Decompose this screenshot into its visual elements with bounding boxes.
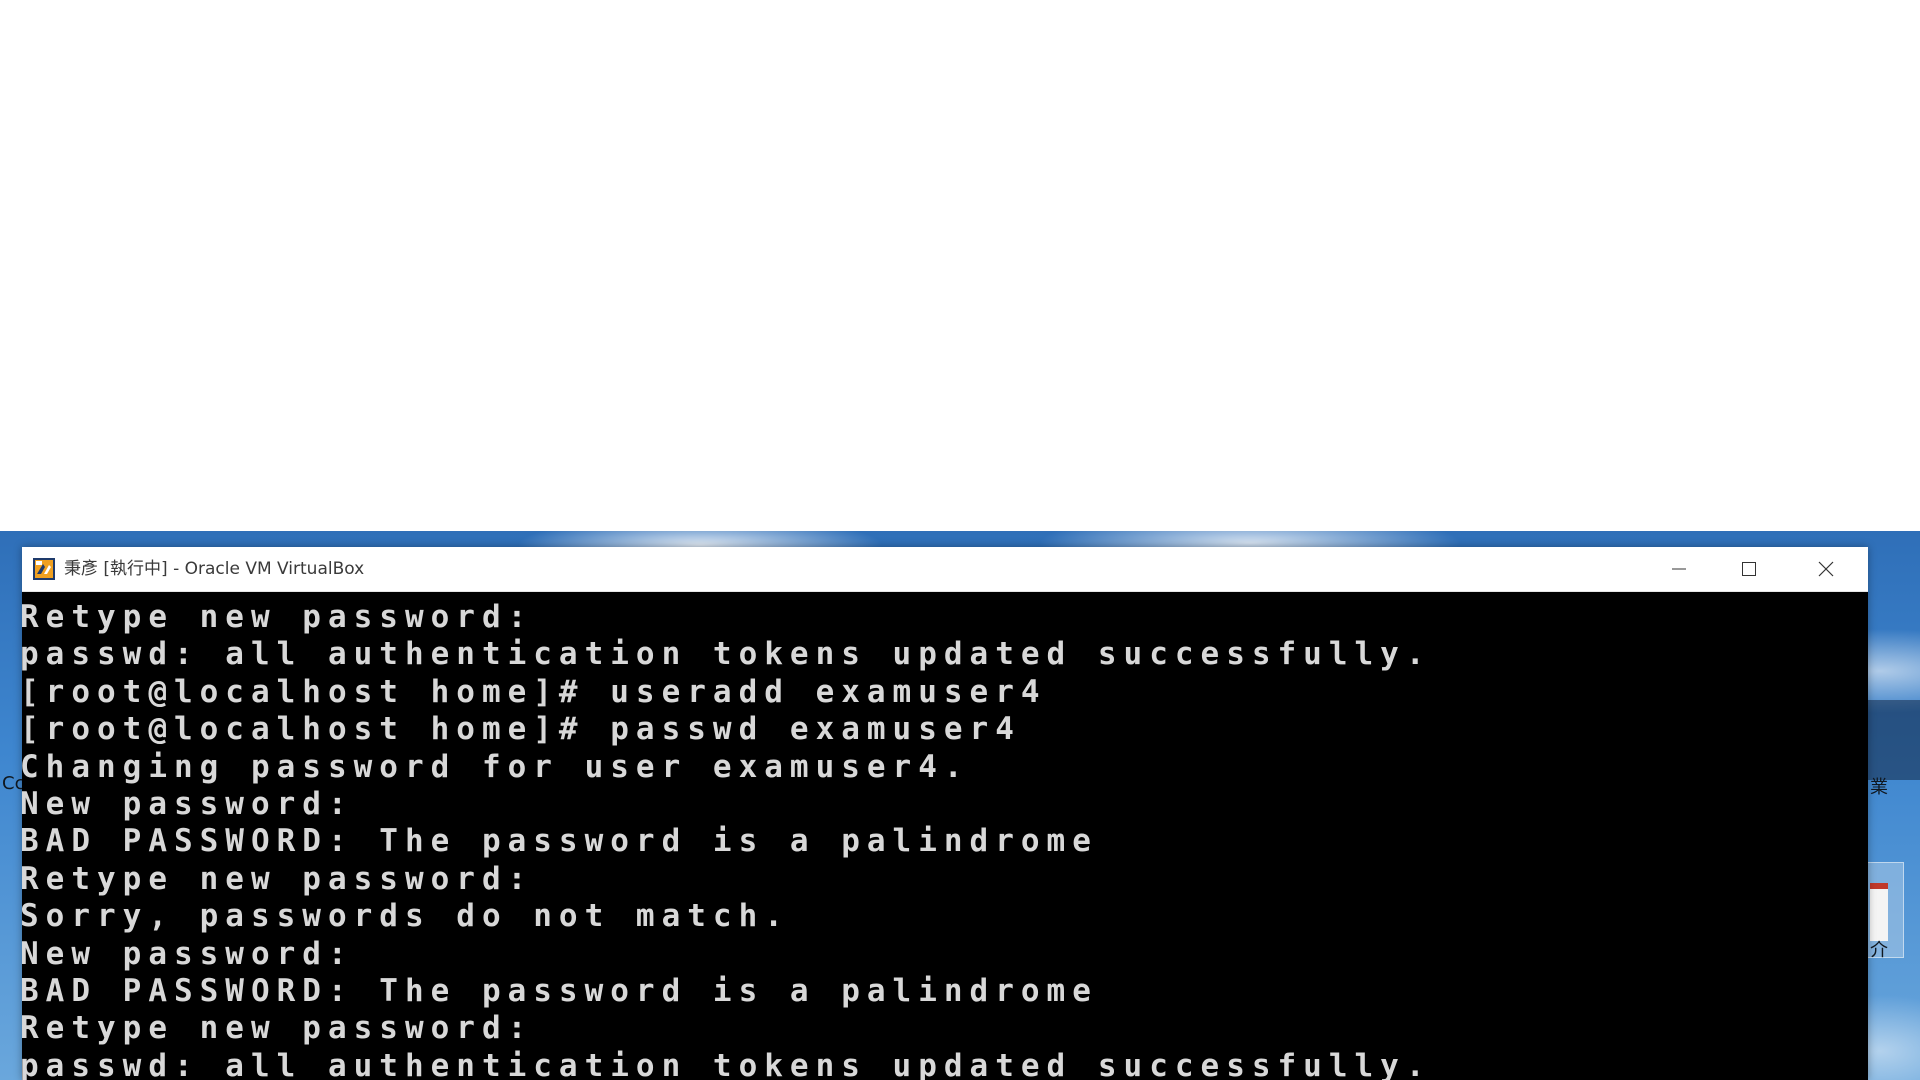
- console-line: Sorry, passwords do not match.: [22, 898, 790, 934]
- minimize-button[interactable]: [1644, 547, 1714, 591]
- desktop-partial-window: [1868, 700, 1920, 780]
- console-line: Retype new password:: [22, 1010, 534, 1046]
- console-line: passwd: all authentication tokens update…: [22, 636, 1432, 672]
- console-line: [root@localhost home]# passwd examuser4: [22, 711, 1021, 747]
- blank-area: [0, 0, 1920, 531]
- desktop-shortcut-label: 介: [1870, 940, 1888, 961]
- close-icon: [1818, 561, 1834, 577]
- console-line: [root@localhost home]# useradd examuser4: [22, 674, 1047, 710]
- console-line: Changing password for user examuser4.: [22, 749, 970, 785]
- vm-console-screen[interactable]: Retype new password: passwd: all authent…: [22, 592, 1868, 1080]
- console-line: New password:: [22, 936, 354, 972]
- maximize-button[interactable]: [1714, 547, 1784, 591]
- console-line: BAD PASSWORD: The password is a palindro…: [22, 973, 1098, 1009]
- console-line: Retype new password:: [22, 861, 534, 897]
- window-title: 秉彥 [執行中] - Oracle VM VirtualBox: [64, 559, 365, 579]
- virtualbox-icon: [33, 558, 55, 580]
- maximize-icon: [1742, 562, 1756, 576]
- desktop-edge-text: 業: [1870, 777, 1888, 798]
- document-icon: [1870, 883, 1888, 941]
- window-titlebar[interactable]: 秉彥 [執行中] - Oracle VM VirtualBox: [22, 547, 1868, 592]
- minimize-icon: [1672, 568, 1686, 570]
- console-line: BAD PASSWORD: The password is a palindro…: [22, 823, 1098, 859]
- console-line: passwd: all authentication tokens update…: [22, 1048, 1432, 1080]
- console-line: New password:: [22, 786, 354, 822]
- close-button[interactable]: [1784, 547, 1868, 591]
- virtualbox-window[interactable]: 秉彥 [執行中] - Oracle VM VirtualBox Retype n…: [22, 547, 1868, 1080]
- console-line: Retype new password:: [22, 599, 534, 635]
